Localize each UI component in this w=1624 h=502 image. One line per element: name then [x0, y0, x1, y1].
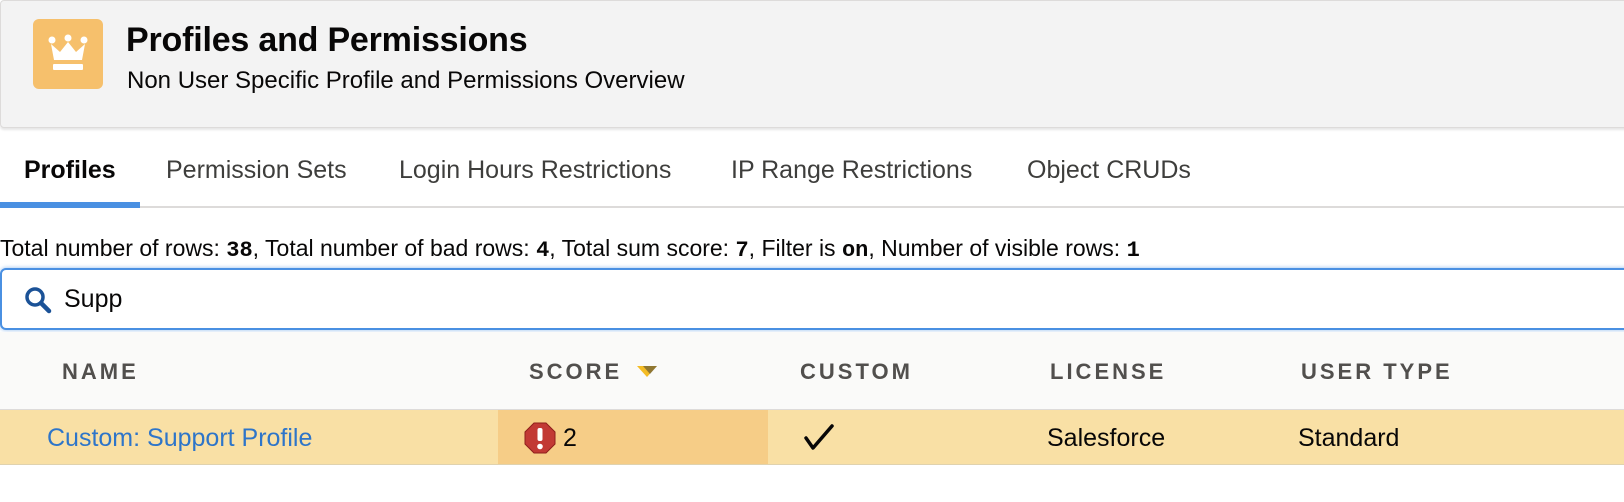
- crown-icon: [33, 19, 103, 89]
- page-title: Profiles and Permissions: [126, 21, 528, 59]
- table-header: NAME SCORE CUSTOM LICENSE USER TYPE: [0, 332, 1624, 410]
- table-row: Custom: Support Profile 2 Salesforce Sta…: [0, 410, 1624, 465]
- page-subtitle: Non User Specific Profile and Permission…: [127, 67, 685, 94]
- tab-object-cruds[interactable]: Object CRUDs: [1027, 134, 1191, 208]
- filter-value: on: [841, 238, 869, 263]
- total-rows-label: Total number of rows:: [0, 235, 227, 261]
- checkmark-icon: [804, 424, 834, 457]
- filter-label: , Filter is: [748, 235, 842, 261]
- column-header-user-type[interactable]: USER TYPE: [1301, 332, 1453, 410]
- sum-score-value: 7: [735, 238, 749, 263]
- tab-ip-range-restrictions[interactable]: IP Range Restrictions: [731, 134, 972, 208]
- column-header-score-label: SCORE: [529, 359, 623, 384]
- bad-rows-value: 4: [536, 238, 550, 263]
- license-value: Salesforce: [1047, 424, 1166, 452]
- bad-rows-label: , Total number of bad rows:: [252, 235, 537, 261]
- search-input[interactable]: [64, 278, 1564, 320]
- tab-profiles[interactable]: Profiles: [0, 134, 140, 208]
- tab-login-hours-restrictions[interactable]: Login Hours Restrictions: [399, 134, 671, 208]
- visible-rows-label: , Number of visible rows:: [868, 235, 1127, 261]
- column-header-score[interactable]: SCORE: [529, 332, 658, 410]
- table-summary: Total number of rows: 38, Total number o…: [0, 235, 1140, 263]
- visible-rows-value: 1: [1126, 238, 1140, 263]
- profile-name-link[interactable]: Custom: Support Profile: [47, 424, 312, 452]
- column-header-license[interactable]: LICENSE: [1050, 332, 1166, 410]
- user-type-value: Standard: [1298, 424, 1400, 452]
- sum-score-label: , Total sum score:: [549, 235, 736, 261]
- search-icon: [24, 286, 52, 319]
- page-header: Profiles and Permissions Non User Specif…: [0, 0, 1624, 128]
- search-box: [0, 268, 1624, 330]
- total-rows-value: 38: [226, 238, 253, 263]
- sort-descending-icon[interactable]: [636, 331, 658, 411]
- column-header-name[interactable]: NAME: [62, 332, 139, 410]
- column-header-custom[interactable]: CUSTOM: [800, 332, 913, 410]
- tab-bar: Profiles Permission Sets Login Hours Res…: [0, 134, 1624, 208]
- warning-icon: [524, 422, 556, 459]
- score-value: 2: [563, 424, 577, 452]
- tab-permission-sets[interactable]: Permission Sets: [166, 134, 347, 208]
